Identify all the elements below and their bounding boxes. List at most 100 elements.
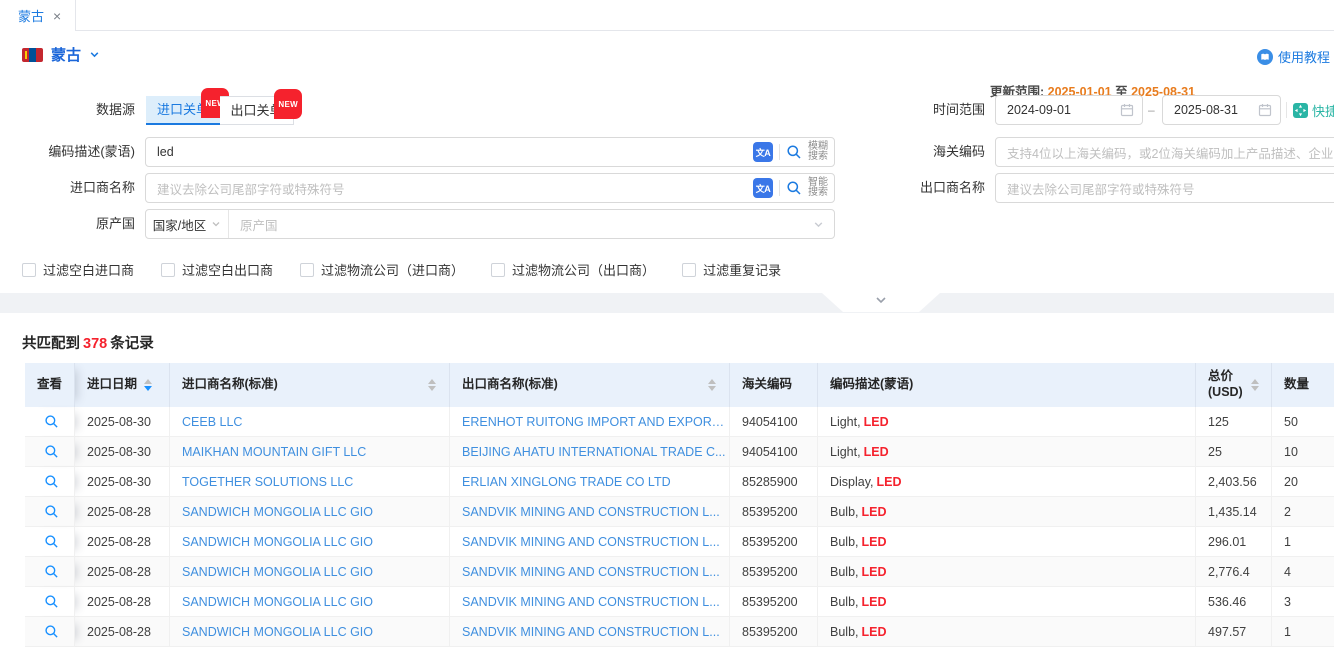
tutorial-link[interactable]: 使用教程 xyxy=(1257,47,1330,66)
tab-close-icon[interactable]: × xyxy=(53,9,61,23)
cell-exporter: SANDVIK MINING AND CONSTRUCTION L... xyxy=(450,617,730,647)
sort-icon[interactable] xyxy=(144,379,152,391)
importer-link[interactable]: SANDWICH MONGOLIA LLC GIO xyxy=(182,535,373,549)
checkbox-icon[interactable] xyxy=(300,263,314,277)
importer-link[interactable]: TOGETHER SOLUTIONS LLC xyxy=(182,475,353,489)
new-badge: NEW xyxy=(274,89,302,119)
cell-importer: SANDWICH MONGOLIA LLC GIO xyxy=(170,617,450,647)
app-window: 蒙古 × 蒙古 使用教程 更新范围: 2025-01-01 至 2025-08-… xyxy=(0,0,1334,648)
customs-code-input[interactable]: 支持4位以上海关编码，或2位海关编码加上产品描述、企业名称 xyxy=(995,137,1334,167)
exporter-name-input[interactable]: 建议去除公司尾部字符或特殊符号 xyxy=(995,173,1334,203)
magnifier-icon[interactable] xyxy=(44,564,59,579)
importer-name-input[interactable]: 建议去除公司尾部字符或特殊符号 文A 智能 搜索 xyxy=(145,173,835,203)
view-detail-button[interactable] xyxy=(25,437,75,467)
checkbox-icon[interactable] xyxy=(682,263,696,277)
importer-link[interactable]: SANDWICH MONGOLIA LLC GIO xyxy=(182,595,373,609)
sort-icon[interactable] xyxy=(1251,379,1259,391)
filter-checkbox[interactable]: 过滤物流公司（出口商） xyxy=(491,260,655,279)
cell-importer: SANDWICH MONGOLIA LLC GIO xyxy=(170,587,450,617)
code-description-input[interactable]: led 文A 模糊 搜索 xyxy=(145,137,835,167)
filter-checkbox[interactable]: 过滤重复记录 xyxy=(682,260,781,279)
view-detail-button[interactable] xyxy=(25,497,75,527)
magnifier-icon[interactable] xyxy=(44,414,59,429)
cell-description: Light,LED xyxy=(818,407,1196,437)
exporter-link[interactable]: BEIJING AHATU INTERNATIONAL TRADE C... xyxy=(462,445,725,459)
col-header-import-date[interactable]: 进口日期 xyxy=(75,363,170,407)
magnifier-icon[interactable] xyxy=(44,534,59,549)
collapse-handle[interactable] xyxy=(822,293,940,312)
importer-link[interactable]: SANDWICH MONGOLIA LLC GIO xyxy=(182,625,373,639)
cell-description: Light,LED xyxy=(818,437,1196,467)
importer-link[interactable]: MAIKHAN MOUNTAIN GIFT LLC xyxy=(182,445,366,459)
quick-select-button[interactable]: 快捷选择 xyxy=(1293,95,1334,125)
tab-import-declarations[interactable]: 进口关单 NEW xyxy=(146,96,220,125)
magnifier-icon[interactable] xyxy=(44,624,59,639)
date-start-input[interactable]: 2024-09-01 xyxy=(995,95,1143,125)
results-table: 查看 进口日期 进口商名称(标准) 出口商名称(标准) 海关编码 编码描述(蒙语… xyxy=(25,363,1334,647)
checkbox-label: 过滤空白进口商 xyxy=(43,260,134,279)
col-header-exporter[interactable]: 出口商名称(标准) xyxy=(450,363,730,407)
checkbox-icon[interactable] xyxy=(161,263,175,277)
exporter-link[interactable]: ERLIAN XINGLONG TRADE CO LTD xyxy=(462,475,671,489)
sort-icon[interactable] xyxy=(428,379,436,391)
magnifier-icon[interactable] xyxy=(44,594,59,609)
view-detail-button[interactable] xyxy=(25,407,75,437)
smart-search-button[interactable]: 智能 搜索 xyxy=(808,178,828,199)
importer-link[interactable]: SANDWICH MONGOLIA LLC GIO xyxy=(182,505,373,519)
origin-country-input[interactable]: 原产国 xyxy=(229,215,813,234)
exporter-link[interactable]: SANDVIK MINING AND CONSTRUCTION L... xyxy=(462,595,720,609)
tab-export-declarations[interactable]: 出口关单 NEW xyxy=(220,96,294,125)
checkbox-icon[interactable] xyxy=(22,263,36,277)
highlighted-keyword: LED xyxy=(864,415,889,429)
highlighted-keyword: LED xyxy=(862,595,887,609)
search-icon[interactable] xyxy=(786,180,802,196)
country-selector[interactable]: 蒙古 xyxy=(22,44,100,65)
view-detail-button[interactable] xyxy=(25,557,75,587)
view-detail-button[interactable] xyxy=(25,467,75,497)
checkbox-icon[interactable] xyxy=(491,263,505,277)
exporter-link[interactable]: SANDVIK MINING AND CONSTRUCTION L... xyxy=(462,505,720,519)
date-end-input[interactable]: 2025-08-31 xyxy=(1162,95,1281,125)
filter-checkbox[interactable]: 过滤空白出口商 xyxy=(161,260,273,279)
quick-select-icon xyxy=(1293,103,1308,118)
results-panel: 共匹配到378条记录 查看 进口日期 进口商名称(标准) 出口商名称(标准) 海… xyxy=(0,313,1334,648)
exporter-link[interactable]: SANDVIK MINING AND CONSTRUCTION L... xyxy=(462,565,720,579)
magnifier-icon[interactable] xyxy=(44,504,59,519)
col-header-total[interactable]: 总价 (USD) xyxy=(1196,363,1272,407)
sort-icon[interactable] xyxy=(708,379,716,391)
cell-quantity: 50 xyxy=(1272,407,1334,437)
region-type-select[interactable]: 国家/地区 xyxy=(146,210,228,238)
fuzzy-search-button[interactable]: 模糊 搜索 xyxy=(808,142,828,163)
cell-quantity: 3 xyxy=(1272,587,1334,617)
tab-mongolia[interactable]: 蒙古 × xyxy=(0,0,76,31)
filter-checkbox[interactable]: 过滤空白进口商 xyxy=(22,260,134,279)
magnifier-icon[interactable] xyxy=(44,474,59,489)
view-detail-button[interactable] xyxy=(25,527,75,557)
cell-exporter: SANDVIK MINING AND CONSTRUCTION L... xyxy=(450,497,730,527)
search-icon[interactable] xyxy=(786,144,802,160)
exporter-link[interactable]: SANDVIK MINING AND CONSTRUCTION L... xyxy=(462,535,720,549)
cell-exporter: SANDVIK MINING AND CONSTRUCTION L... xyxy=(450,587,730,617)
cell-import-date: 2025-08-30 xyxy=(75,407,170,437)
translate-icon[interactable]: 文A xyxy=(753,178,773,198)
cell-exporter: ERLIAN XINGLONG TRADE CO LTD xyxy=(450,467,730,497)
cell-total-usd: 1,435.14 xyxy=(1196,497,1272,527)
exporter-link[interactable]: SANDVIK MINING AND CONSTRUCTION L... xyxy=(462,625,720,639)
magnifier-icon[interactable] xyxy=(44,444,59,459)
highlighted-keyword: LED xyxy=(862,625,887,639)
exporter-link[interactable]: ERENHOT RUITONG IMPORT AND EXPORT ... xyxy=(462,415,729,429)
chevron-down-icon xyxy=(211,219,221,229)
col-header-importer[interactable]: 进口商名称(标准) xyxy=(170,363,450,407)
view-detail-button[interactable] xyxy=(25,587,75,617)
cell-quantity: 10 xyxy=(1272,437,1334,467)
importer-link[interactable]: CEEB LLC xyxy=(182,415,242,429)
table-header-row: 查看 进口日期 进口商名称(标准) 出口商名称(标准) 海关编码 编码描述(蒙语… xyxy=(25,363,1334,407)
importer-link[interactable]: SANDWICH MONGOLIA LLC GIO xyxy=(182,565,373,579)
view-detail-button[interactable] xyxy=(25,617,75,647)
cell-quantity: 4 xyxy=(1272,557,1334,587)
cell-quantity: 20 xyxy=(1272,467,1334,497)
filter-checkbox[interactable]: 过滤物流公司（进口商） xyxy=(300,260,464,279)
translate-icon[interactable]: 文A xyxy=(753,142,773,162)
code-description-label: 编码描述(蒙语) xyxy=(0,137,135,167)
table-body: 2025-08-30 CEEB LLC ERENHOT RUITONG IMPO… xyxy=(25,407,1334,647)
